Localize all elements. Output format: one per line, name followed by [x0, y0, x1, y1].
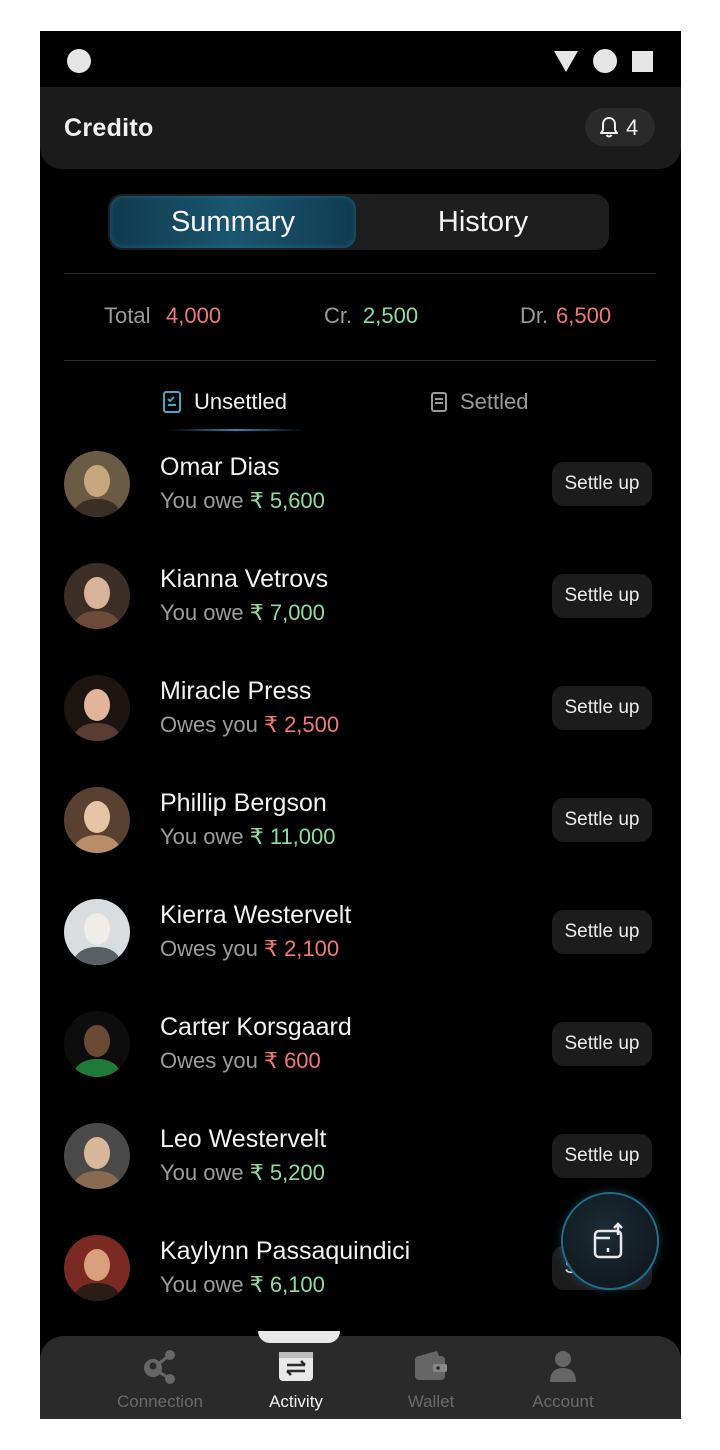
- settle-up-button[interactable]: Settle up: [552, 910, 652, 954]
- battery-circle-icon: [593, 49, 617, 73]
- nav-activity-label: Activity: [269, 1392, 323, 1411]
- total-label: Total: [104, 303, 151, 328]
- tab-settled-label: Settled: [460, 389, 529, 414]
- transfer-icon: [236, 1344, 356, 1388]
- balance-status: Owes you: [160, 1048, 258, 1073]
- contact-row[interactable]: Phillip Bergson You owe ₹ 11,000 Settle up: [40, 787, 681, 899]
- contact-name: Leo Westervelt: [160, 1125, 327, 1153]
- balance-amount: ₹ 11,000: [249, 824, 336, 849]
- credit-label: Cr.: [324, 303, 353, 328]
- debit-label: Dr.: [520, 303, 549, 328]
- contact-row[interactable]: Kianna Vetrovs You owe ₹ 7,000 Settle up: [40, 563, 681, 675]
- status-bar: [40, 31, 681, 87]
- contact-name: Kianna Vetrovs: [160, 565, 329, 593]
- summary-history-toggle: Summary History: [108, 194, 609, 250]
- divider-bottom: [64, 360, 656, 361]
- balance-line: Owes you ₹ 2,500: [160, 712, 339, 738]
- avatar: [64, 1235, 130, 1301]
- phone-screen: Credito 4 Summary History Total 4,000 Cr…: [40, 31, 681, 1419]
- avatar: [64, 563, 130, 629]
- nav-wallet-label: Wallet: [407, 1392, 455, 1411]
- balance-status: Owes you: [160, 712, 258, 737]
- tab-settled[interactable]: Settled: [430, 387, 529, 417]
- nav-connection[interactable]: Connection: [100, 1344, 220, 1412]
- balance-line: You owe ₹ 6,100: [160, 1272, 325, 1298]
- balance-status: You owe: [160, 824, 244, 849]
- balance-status: You owe: [160, 600, 244, 625]
- avatar: [64, 787, 130, 853]
- balance-amount: ₹ 5,600: [249, 488, 325, 513]
- contact-name: Kaylynn Passaquindici: [160, 1237, 411, 1265]
- avatar: [64, 1011, 130, 1077]
- bottom-navigation: Connection Activity Wallet Account: [40, 1336, 681, 1419]
- balance-line: You owe ₹ 7,000: [160, 600, 325, 626]
- signal-icon: [554, 51, 578, 72]
- balance-line: Owes you ₹ 2,100: [160, 936, 339, 962]
- bell-icon: [600, 117, 618, 138]
- balance-amount: ₹ 2,100: [263, 936, 340, 961]
- contact-name: Phillip Bergson: [160, 789, 327, 817]
- nav-wallet[interactable]: Wallet: [371, 1344, 491, 1412]
- settle-up-button[interactable]: Settle up: [552, 686, 652, 730]
- divider-top: [64, 273, 656, 274]
- tab-unsettled-label: Unsettled: [194, 389, 287, 414]
- total-value: 4,000: [166, 303, 222, 328]
- active-tab-indicator: [168, 429, 304, 431]
- totals-summary: Total 4,000 Cr. 2,500 Dr. 6,500: [40, 303, 681, 339]
- settle-up-button[interactable]: Settle up: [552, 1134, 652, 1178]
- wallet-icon: [371, 1344, 491, 1388]
- square-icon: [632, 51, 653, 72]
- nav-activity[interactable]: Activity: [236, 1344, 356, 1412]
- settle-up-button[interactable]: Settle up: [552, 1022, 652, 1066]
- contact-name: Omar Dias: [160, 453, 280, 481]
- nav-account-label: Account: [532, 1392, 594, 1411]
- camera-dot-icon: [67, 49, 91, 73]
- contact-name: Carter Korsgaard: [160, 1013, 352, 1041]
- avatar: [64, 675, 130, 741]
- balance-amount: ₹ 5,200: [249, 1160, 325, 1185]
- tab-summary[interactable]: Summary: [108, 206, 358, 239]
- nav-active-notch: [258, 1331, 340, 1343]
- credit-value: 2,500: [363, 303, 419, 328]
- nav-connection-label: Connection: [116, 1392, 203, 1411]
- balance-amount: ₹ 6,100: [249, 1272, 325, 1297]
- balance-amount: ₹ 600: [263, 1048, 321, 1073]
- balance-amount: ₹ 2,500: [263, 712, 340, 737]
- nav-account[interactable]: Account: [503, 1344, 623, 1412]
- balance-amount: ₹ 7,000: [249, 600, 325, 625]
- receipt-icon: [430, 391, 448, 413]
- balance-line: You owe ₹ 11,000: [160, 824, 336, 850]
- settle-up-button[interactable]: Settle up: [552, 574, 652, 618]
- balance-line: You owe ₹ 5,600: [160, 488, 325, 514]
- settle-up-button[interactable]: Settle up: [552, 462, 652, 506]
- avatar: [64, 899, 130, 965]
- avatar: [64, 451, 130, 517]
- contact-row[interactable]: Miracle Press Owes you ₹ 2,500 Settle up: [40, 675, 681, 787]
- app-header: Credito 4: [40, 87, 681, 169]
- balance-status: You owe: [160, 1272, 244, 1297]
- contact-row[interactable]: Carter Korsgaard Owes you ₹ 600 Settle up: [40, 1011, 681, 1123]
- debit-value: 6,500: [556, 303, 612, 328]
- share-icon: [100, 1344, 220, 1388]
- contact-row[interactable]: Kierra Westervelt Owes you ₹ 2,100 Settle …: [40, 899, 681, 1011]
- settle-up-button[interactable]: Settle up: [552, 798, 652, 842]
- checklist-icon: [162, 390, 182, 414]
- contact-row[interactable]: Omar Dias You owe ₹ 5,600 Settle up: [40, 451, 681, 563]
- tab-history[interactable]: History: [358, 206, 608, 239]
- user-icon: [503, 1344, 623, 1388]
- balance-status: You owe: [160, 1160, 244, 1185]
- export-fab[interactable]: [563, 1194, 657, 1288]
- notification-count: 4: [626, 115, 639, 140]
- balance-status: Owes you: [160, 936, 258, 961]
- avatar: [64, 1123, 130, 1189]
- contact-name: Kierra Westervelt: [160, 901, 352, 929]
- contact-name: Miracle Press: [160, 677, 312, 705]
- tab-unsettled[interactable]: Unsettled: [162, 387, 287, 417]
- balance-line: Owes you ₹ 600: [160, 1048, 321, 1074]
- balance-status: You owe: [160, 488, 244, 513]
- notification-button[interactable]: 4: [585, 108, 655, 146]
- balance-line: You owe ₹ 5,200: [160, 1160, 325, 1186]
- app-title: Credito: [64, 114, 154, 142]
- export-icon: [593, 1222, 623, 1259]
